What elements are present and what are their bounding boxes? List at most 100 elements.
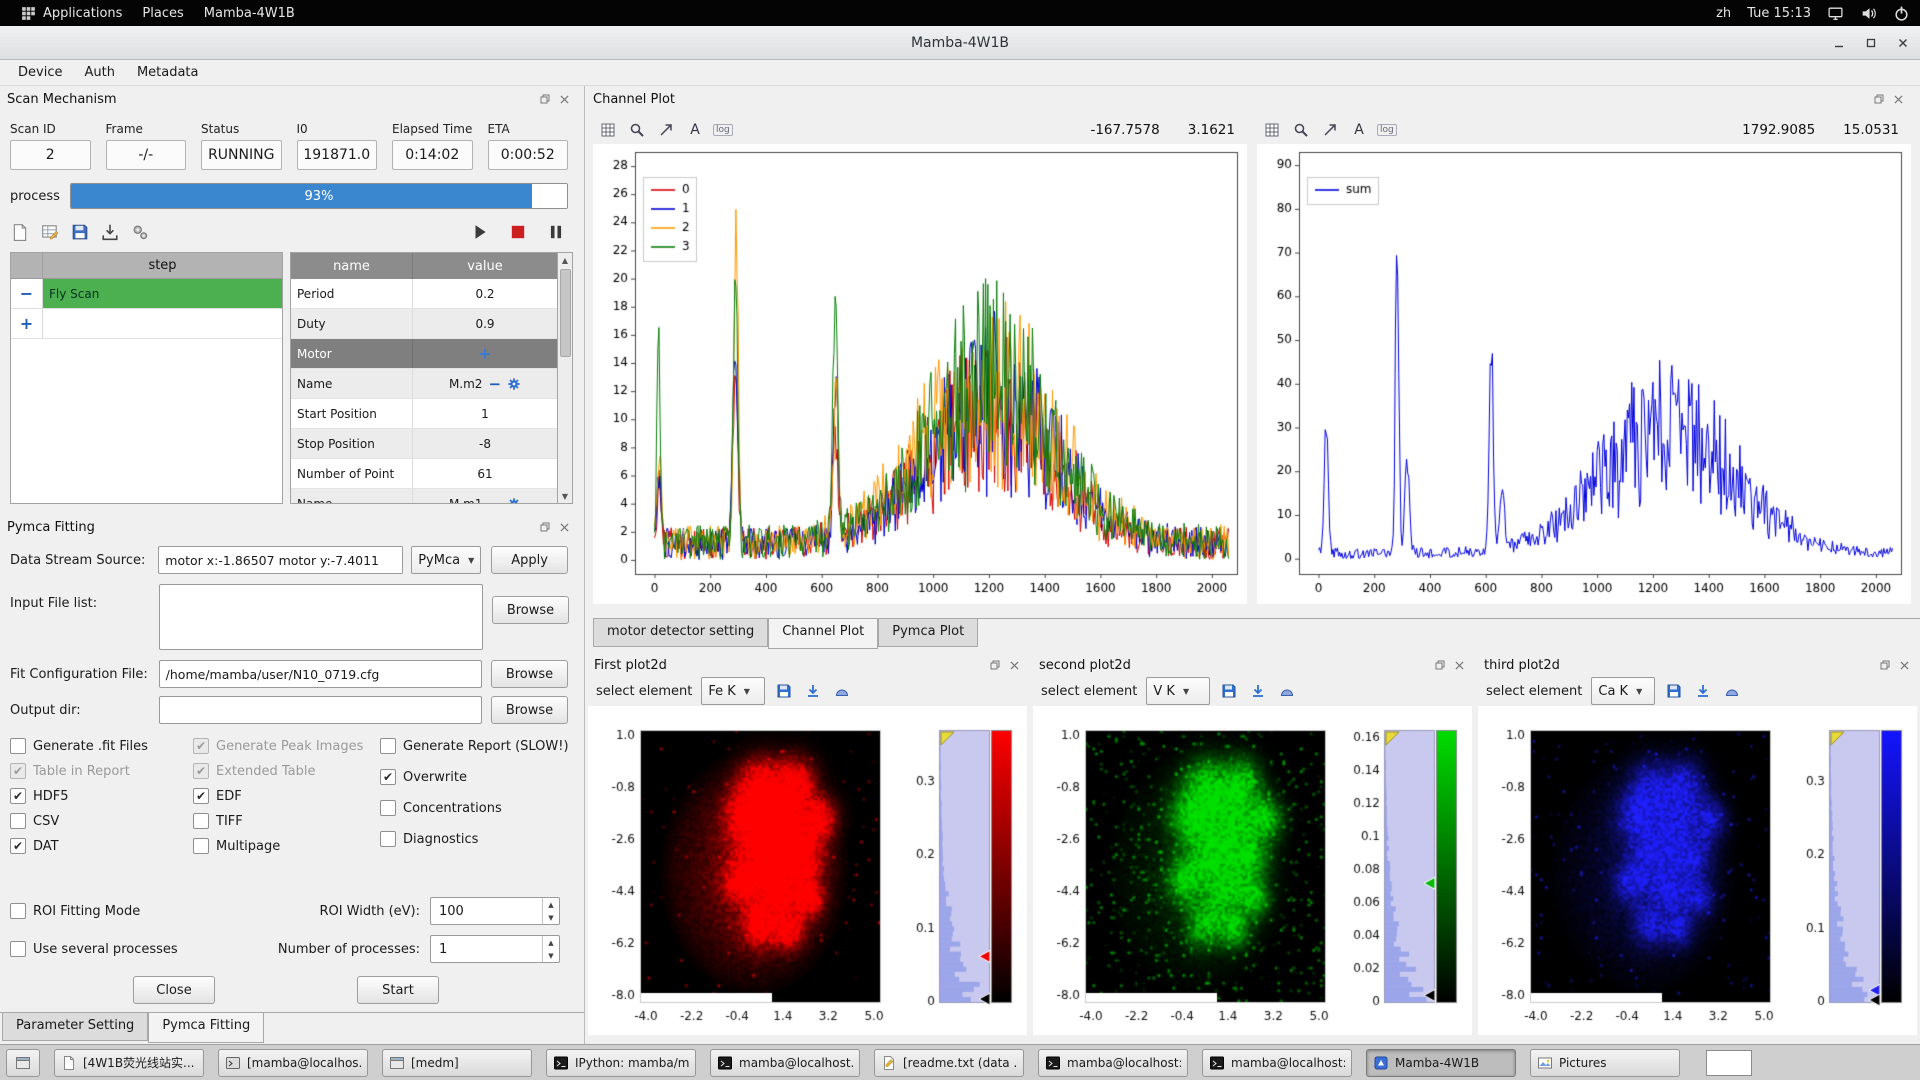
param-row-motor[interactable]: Motor+: [291, 339, 557, 369]
taskbar-item-medm[interactable]: [medm]: [382, 1049, 532, 1077]
spin-up-icon[interactable]: ▲: [543, 898, 559, 911]
taskbar-item-mamba-localhost[interactable]: mamba@localhost...: [710, 1049, 860, 1077]
autoscale-icon[interactable]: A: [684, 119, 706, 141]
scroll-up-icon[interactable]: ▲: [558, 253, 572, 267]
taskbar-item-readme-txt-data[interactable]: [readme.txt (data ...: [874, 1049, 1024, 1077]
checkbox-box[interactable]: [193, 813, 209, 829]
checkbox-csv[interactable]: CSV: [10, 813, 193, 829]
pause-button[interactable]: [544, 220, 568, 244]
minimize-button[interactable]: [1830, 34, 1848, 52]
spin-down-icon[interactable]: ▼: [543, 911, 559, 924]
param-table-scrollbar[interactable]: ▲ ▼: [558, 252, 573, 504]
mask-icon[interactable]: [832, 681, 852, 701]
taskbar-item-mamba-localhost[interactable]: mamba@localhost:~: [1202, 1049, 1352, 1077]
float-dock-icon[interactable]: [1872, 92, 1886, 106]
tab-motor-detector-setting[interactable]: motor detector setting: [593, 619, 768, 647]
save-icon[interactable]: [774, 681, 794, 701]
param-row-duty[interactable]: Duty0.9: [291, 309, 557, 339]
data-stream-input[interactable]: motor x:-1.86507 motor y:-7.4011: [158, 546, 403, 574]
zoom-icon[interactable]: [1290, 119, 1312, 141]
expand-icon[interactable]: [655, 119, 677, 141]
param-row-name[interactable]: NameM.m2−: [291, 369, 557, 399]
param-value[interactable]: M.m2−: [413, 369, 557, 398]
menu-metadata[interactable]: Metadata: [127, 62, 209, 83]
param-value[interactable]: 0.2: [413, 279, 557, 308]
checkbox-concentrations[interactable]: Concentrations: [380, 800, 574, 816]
close-dock-icon[interactable]: [1007, 658, 1021, 672]
remove-motor-button[interactable]: −: [488, 375, 501, 393]
mask-icon[interactable]: [1722, 681, 1742, 701]
tab-pymca-plot[interactable]: Pymca Plot: [878, 619, 978, 647]
checkbox-dat[interactable]: DAT: [10, 838, 193, 854]
download-icon[interactable]: [1693, 681, 1713, 701]
checkbox-overwrite[interactable]: Overwrite: [380, 769, 574, 785]
browse-output-dir-button[interactable]: Browse: [491, 696, 568, 724]
step-label[interactable]: Fly Scan: [43, 279, 282, 308]
param-value[interactable]: -8: [413, 429, 557, 458]
param-value[interactable]: M.m1−: [413, 489, 557, 504]
scrollbar-thumb[interactable]: [560, 269, 571, 357]
checkbox-multipage[interactable]: Multipage: [193, 838, 380, 854]
scroll-down-icon[interactable]: ▼: [558, 489, 572, 503]
fit-config-input[interactable]: /home/mamba/user/N10_0719.cfg: [159, 660, 482, 688]
tab-pymca-fitting[interactable]: Pymca Fitting: [148, 1013, 264, 1043]
float-dock-icon[interactable]: [988, 658, 1002, 672]
taskbar-item-mamba-4w1b[interactable]: Mamba-4W1B: [1366, 1049, 1516, 1077]
taskbar-item-launcher[interactable]: [6, 1049, 40, 1077]
plot2d-image[interactable]: [1478, 706, 1917, 1035]
run-button[interactable]: [468, 220, 492, 244]
add-motor-button[interactable]: +: [478, 344, 491, 363]
add-step-button[interactable]: +: [20, 316, 33, 332]
applications-menu[interactable]: Applications: [10, 0, 132, 26]
checkbox-box[interactable]: [10, 788, 26, 804]
menu-auth[interactable]: Auth: [74, 62, 124, 83]
mask-icon[interactable]: [1277, 681, 1297, 701]
save-icon[interactable]: [1219, 681, 1239, 701]
grid-icon[interactable]: [597, 119, 619, 141]
autoscale-icon[interactable]: A: [1348, 119, 1370, 141]
checkbox-generate-report-slow[interactable]: Generate Report (SLOW!): [380, 738, 574, 754]
float-dock-icon[interactable]: [538, 520, 552, 534]
step-row-fly-scan[interactable]: − Fly Scan: [11, 279, 282, 309]
close-dock-icon[interactable]: [1897, 658, 1911, 672]
close-button[interactable]: Close: [133, 976, 215, 1004]
output-dir-input[interactable]: [159, 696, 482, 724]
tab-parameter-setting[interactable]: Parameter Setting: [2, 1013, 148, 1041]
plot2d-image[interactable]: [1033, 706, 1472, 1035]
download-icon[interactable]: [1248, 681, 1268, 701]
menu-device[interactable]: Device: [8, 62, 72, 83]
places-menu[interactable]: Places: [132, 0, 193, 26]
edit-sequence-icon[interactable]: [38, 220, 62, 244]
start-button[interactable]: Start: [357, 976, 439, 1004]
taskbar-item-pictures[interactable]: Pictures: [1530, 1049, 1680, 1077]
input-file-list[interactable]: [159, 584, 483, 650]
window-titlebar[interactable]: Mamba-4W1B: [0, 26, 1920, 60]
close-dock-icon[interactable]: [557, 92, 571, 106]
download-icon[interactable]: [803, 681, 823, 701]
close-dock-icon[interactable]: [557, 520, 571, 534]
power-icon[interactable]: [1893, 5, 1910, 22]
param-row-number-of-point[interactable]: Number of Point61: [291, 459, 557, 489]
sum-line-chart[interactable]: [1257, 144, 1911, 604]
spin-up-icon[interactable]: ▲: [543, 936, 559, 949]
spin-down-icon[interactable]: ▼: [543, 949, 559, 962]
param-row-period[interactable]: Period0.2: [291, 279, 557, 309]
active-app-menu[interactable]: Mamba-4W1B: [194, 0, 305, 26]
checkbox-hdf5[interactable]: HDF5: [10, 788, 193, 804]
workspace-switcher[interactable]: [1706, 1050, 1752, 1076]
close-button[interactable]: [1894, 34, 1912, 52]
param-row-start-position[interactable]: Start Position1: [291, 399, 557, 429]
element-combo[interactable]: Ca K ▼: [1591, 677, 1655, 705]
checkbox-box[interactable]: [380, 738, 396, 754]
checkbox-box[interactable]: [10, 838, 26, 854]
taskbar-item-ipython-mamba-m[interactable]: IPython: mamba/m...: [546, 1049, 696, 1077]
element-combo[interactable]: V K ▼: [1146, 677, 1210, 705]
checkbox-box[interactable]: [193, 788, 209, 804]
taskbar-item-mamba-localhos[interactable]: [mamba@localhos...: [218, 1049, 368, 1077]
motor-settings-icon[interactable]: [507, 497, 521, 505]
float-dock-icon[interactable]: [1433, 658, 1447, 672]
checkbox-generate-fit-files[interactable]: Generate .fit Files: [10, 738, 193, 754]
browse-fit-config-button[interactable]: Browse: [491, 660, 568, 688]
motor-settings-icon[interactable]: [507, 377, 521, 391]
taskbar-item-mamba-localhost[interactable]: mamba@localhost:~: [1038, 1049, 1188, 1077]
